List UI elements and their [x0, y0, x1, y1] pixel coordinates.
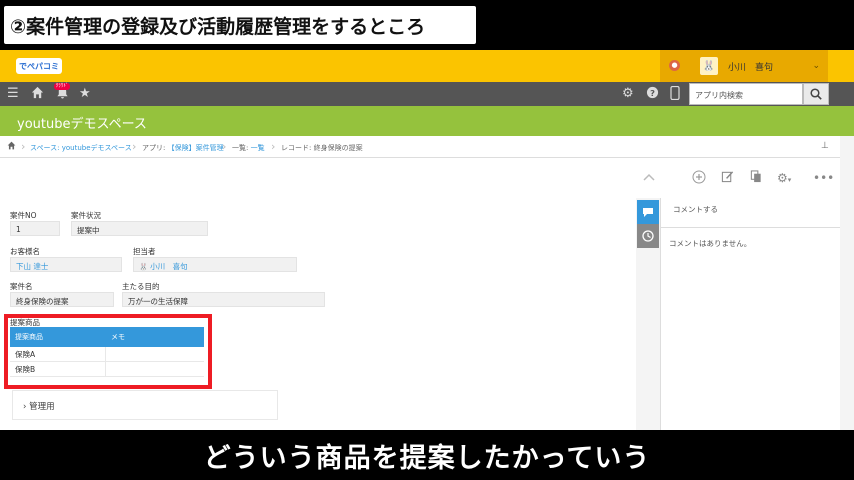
- breadcrumb: › スペース: youtubeデモスペース › アプリ: 【保険】案件管理 › …: [0, 136, 854, 158]
- comment-input[interactable]: コメントする: [661, 198, 841, 228]
- search-icon: [810, 88, 822, 100]
- more-icon: •••: [813, 171, 835, 185]
- breadcrumb-separator: ›: [222, 140, 227, 153]
- home-icon[interactable]: [31, 86, 44, 104]
- pin-icon[interactable]: ⊥: [821, 141, 829, 151]
- record-detail: 案件NO 1 案件状況 提案中 お客様名 下山 達士 担当者 🐰 小川 喜句 案…: [0, 198, 636, 430]
- breadcrumb-space[interactable]: スペース: youtubeデモスペース: [30, 143, 132, 153]
- notification-icon: ●: [669, 60, 680, 71]
- purpose-value: 万が一の生活保障: [122, 292, 325, 307]
- more-options-button[interactable]: •••: [813, 170, 834, 186]
- top-header: でぺパコミ ● 🐰 小川 喜句 ⌄: [0, 50, 854, 82]
- user-menu[interactable]: 🐰 小川 喜句 ⌄: [688, 50, 828, 82]
- svg-text:?: ?: [650, 88, 655, 98]
- star-icon[interactable]: ★: [79, 86, 91, 102]
- video-subtitle: どういう商品を提案したかっていう: [0, 430, 854, 480]
- edit-button[interactable]: [721, 170, 734, 187]
- purpose-label: 主たる目的: [122, 282, 160, 291]
- menu-icon[interactable]: ☰: [7, 86, 19, 102]
- case-name-value: 終身保険の提案: [10, 292, 114, 307]
- case-status-label: 案件状況: [71, 211, 101, 220]
- avatar: 🐰: [700, 57, 718, 75]
- video-title: ②案件管理の登録及び活動履歴管理をするところ: [4, 6, 476, 44]
- highlight-annotation: [4, 314, 212, 389]
- chevron-down-icon: ⌄: [812, 61, 820, 71]
- admin-group-text: 管理用: [29, 402, 55, 412]
- pencil-icon: [721, 171, 734, 183]
- history-tab[interactable]: [637, 224, 659, 248]
- clock-icon: [642, 230, 654, 242]
- breadcrumb-app-name: 【保険】案件管理: [167, 144, 224, 152]
- collapse-up-icon[interactable]: [642, 170, 656, 186]
- case-status-value: 提案中: [71, 221, 208, 236]
- gear-icon[interactable]: ⚙: [622, 86, 634, 102]
- breadcrumb-list-name: 一覧: [250, 144, 265, 152]
- breadcrumb-list[interactable]: 一覧: 一覧: [232, 143, 265, 153]
- global-nav: ☰ ｸﾗｳﾄﾞ ★ ⚙ ? アプリ内検索: [0, 82, 854, 106]
- gear-icon: ⚙: [777, 171, 788, 185]
- app-search-input[interactable]: アプリ内検索: [689, 83, 803, 105]
- space-name[interactable]: youtubeデモスペース: [17, 113, 147, 132]
- user-name: 小川 喜句: [728, 62, 774, 73]
- no-comments-text: コメントはありません。: [669, 239, 752, 248]
- bell-badge: ｸﾗｳﾄﾞ: [54, 83, 70, 90]
- admin-group-label: › 管理用: [23, 400, 55, 412]
- breadcrumb-record-name: 終身保険の提案: [313, 144, 363, 152]
- scrollbar[interactable]: [840, 136, 854, 430]
- user-avatar-icon: 🐰: [139, 263, 148, 271]
- caret-down-icon: ▾: [787, 176, 792, 184]
- breadcrumb-app-prefix: アプリ:: [142, 144, 168, 152]
- admin-group[interactable]: › 管理用: [12, 390, 278, 420]
- search-button[interactable]: [803, 83, 829, 105]
- copy-button[interactable]: [750, 170, 762, 187]
- breadcrumb-app[interactable]: アプリ: 【保険】案件管理: [142, 143, 224, 153]
- case-name-label: 案件名: [10, 282, 33, 291]
- comment-panel: コメントする コメントはありません。: [660, 198, 841, 430]
- chevron-right-icon: ›: [23, 402, 27, 412]
- plus-icon: [692, 170, 706, 184]
- video-title-bar: ②案件管理の登録及び活動履歴管理をするところ: [0, 0, 854, 50]
- notification-button[interactable]: ●: [660, 50, 688, 82]
- case-no-label: 案件NO: [10, 211, 37, 220]
- settings-dropdown[interactable]: ⚙▾: [777, 170, 791, 188]
- breadcrumb-record: レコード: 終身保険の提案: [281, 143, 363, 153]
- comment-tab[interactable]: [637, 200, 659, 224]
- case-no-value: 1: [10, 221, 60, 236]
- assignee-label: 担当者: [133, 247, 156, 256]
- breadcrumb-record-prefix: レコード:: [281, 144, 314, 152]
- app-screen: でぺパコミ ● 🐰 小川 喜句 ⌄ ☰ ｸﾗｳﾄﾞ ★ ⚙ ? アプリ内検索 y…: [0, 50, 854, 430]
- breadcrumb-separator: ›: [21, 140, 26, 153]
- assignee-value[interactable]: 🐰 小川 喜句: [133, 257, 297, 272]
- mobile-icon[interactable]: [670, 85, 680, 105]
- customer-label: お客様名: [10, 247, 40, 256]
- space-banner: youtubeデモスペース: [0, 106, 854, 136]
- copy-icon: [750, 170, 761, 183]
- add-record-button[interactable]: [692, 170, 706, 188]
- help-icon[interactable]: ?: [646, 86, 659, 104]
- record-toolbar: ⚙▾ •••: [0, 158, 854, 198]
- home-icon[interactable]: [7, 141, 16, 152]
- assignee-name: 小川 喜句: [150, 262, 188, 271]
- breadcrumb-separator: ›: [271, 140, 276, 153]
- speech-bubble-icon: [643, 207, 653, 217]
- breadcrumb-list-prefix: 一覧:: [232, 144, 251, 152]
- app-logo[interactable]: でぺパコミ: [16, 58, 62, 74]
- customer-value[interactable]: 下山 達士: [10, 257, 122, 272]
- breadcrumb-separator: ›: [132, 140, 137, 153]
